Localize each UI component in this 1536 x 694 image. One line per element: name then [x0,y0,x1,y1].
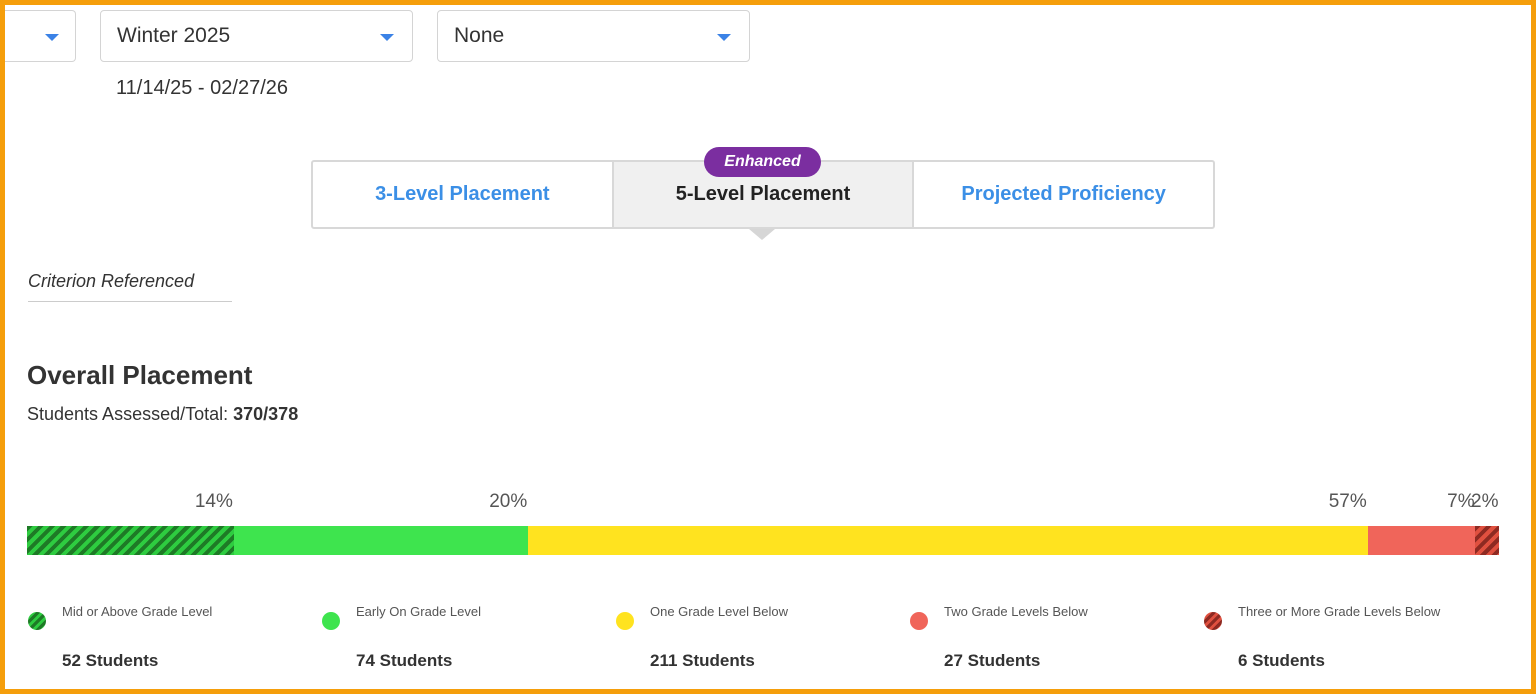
percent-label-mid-or-above-grade-level: 14% [194,491,233,512]
legend-student-count[interactable]: 74 Students [356,651,452,671]
placement-bar [27,526,1499,555]
tab-projected-proficiency[interactable]: Projected Proficiency [912,162,1213,227]
chevron-down-icon [380,34,394,41]
legend-student-count[interactable]: 52 Students [62,651,158,671]
legend-label: Early On Grade Level [356,604,482,619]
group-select-value: None [454,24,505,47]
chevron-down-icon [717,34,731,41]
students-assessed-label: Students Assessed/Total: [27,404,229,424]
term-select[interactable]: Winter 2025 [100,10,413,62]
section-title: Overall Placement [27,360,253,390]
legend-label: Three or More Grade Levels Below [1238,604,1441,619]
legend-label: Mid or Above Grade Level [62,604,213,619]
legend-swatch-icon [322,612,340,630]
bar-segment-one-grade-level-below[interactable] [528,526,1368,555]
bar-segment-three-or-more-grade-levels-below[interactable] [1475,526,1499,555]
tab-3-level-placement[interactable]: 3-Level Placement [313,162,612,227]
term-select-value: Winter 2025 [117,24,231,47]
criterion-referenced-label: Criterion Referenced [28,271,232,302]
legend-swatch-icon [28,612,46,630]
legend-label: Two Grade Levels Below [944,604,1088,619]
filter-select-1[interactable] [5,10,76,62]
students-assessed: Students Assessed/Total: 370/378 [27,404,298,425]
legend-swatch-icon [1204,612,1222,630]
bar-segment-mid-or-above-grade-level[interactable] [27,526,234,555]
bar-segment-two-grade-levels-below[interactable] [1367,526,1476,555]
group-select[interactable]: None [437,10,750,62]
enhanced-badge: Enhanced [704,147,821,177]
legend-student-count[interactable]: 27 Students [944,651,1040,671]
percent-label-one-grade-level-below: 57% [1328,491,1367,512]
legend-swatch-icon [910,612,928,630]
date-range: 11/14/25 - 02/27/26 [116,77,288,99]
students-assessed-value: 370/378 [233,404,299,424]
active-tab-pointer [749,229,775,240]
legend-label: One Grade Level Below [650,604,789,619]
percent-label-three-or-more-grade-levels-below: 2% [1471,491,1499,512]
legend-swatch-icon [616,612,634,630]
highlight-frame [0,0,1536,694]
percent-label-early-on-grade-level: 20% [489,491,528,512]
chevron-down-icon [45,34,59,41]
bar-segment-early-on-grade-level[interactable] [233,526,529,555]
legend-student-count[interactable]: 211 Students [650,651,755,671]
legend-student-count[interactable]: 6 Students [1238,651,1325,671]
